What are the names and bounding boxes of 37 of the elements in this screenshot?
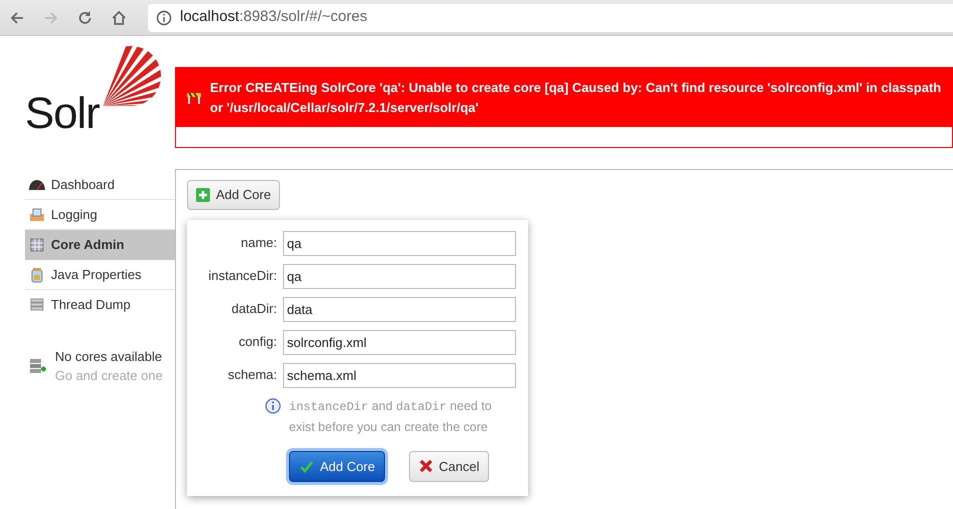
field-label: name:	[240, 234, 278, 252]
close-icon	[418, 459, 433, 474]
address-bar[interactable]: localhost:8983/solr/#/~cores	[148, 4, 953, 32]
plus-icon	[196, 188, 210, 202]
sidebar-item[interactable]: Java Properties	[25, 260, 175, 290]
input-field[interactable]: qa	[283, 264, 516, 288]
input-field[interactable]: data	[283, 296, 516, 322]
sidebar-item[interactable]: Core Admin	[25, 230, 175, 260]
input-field[interactable]: solrconfig.xml	[283, 330, 516, 354]
sidebar-item[interactable]: Thread Dump	[25, 290, 175, 320]
add-core-button[interactable]: Add Core	[187, 180, 280, 210]
reload-icon	[76, 8, 94, 26]
info-icon	[156, 10, 172, 26]
field-label: instanceDir:	[207, 267, 278, 286]
field-label: dataDir:	[230, 300, 278, 318]
info-icon	[265, 398, 281, 414]
field-label: schema:	[226, 366, 278, 384]
barrier-icon	[186, 90, 202, 106]
cancel-button[interactable]: Cancel	[408, 450, 490, 482]
stack-icon	[29, 297, 45, 313]
url-text: localhost:8983/solr/#/~cores	[180, 7, 368, 28]
input-field[interactable]: schema.xml	[283, 362, 516, 388]
error-message: Error CREATEing SolrCore 'qa': Unable to create core [qa] Caused by: Can't find resource 'solrconfig.xml' in classpath or '/usr/local/Cellar/solr/7.2.1/server/solr/qa'	[210, 79, 942, 117]
input-field[interactable]: qa	[283, 230, 516, 256]
check-icon	[299, 458, 314, 474]
hint-text: instanceDir and dataDir need to exist before you can create the core	[289, 398, 493, 436]
field-label: config:	[238, 333, 278, 352]
home-icon	[110, 8, 128, 26]
tray-icon	[29, 206, 45, 222]
server-add-icon	[29, 358, 47, 374]
gauge-icon	[29, 180, 45, 190]
no-cores-text: No cores available	[55, 348, 163, 366]
jar-icon	[29, 266, 45, 282]
sidebar-item[interactable]: Dashboard	[25, 170, 175, 200]
logo-text: Solr	[25, 92, 100, 136]
submit-button[interactable]: Add Core	[289, 450, 385, 482]
grid-icon	[29, 236, 45, 252]
